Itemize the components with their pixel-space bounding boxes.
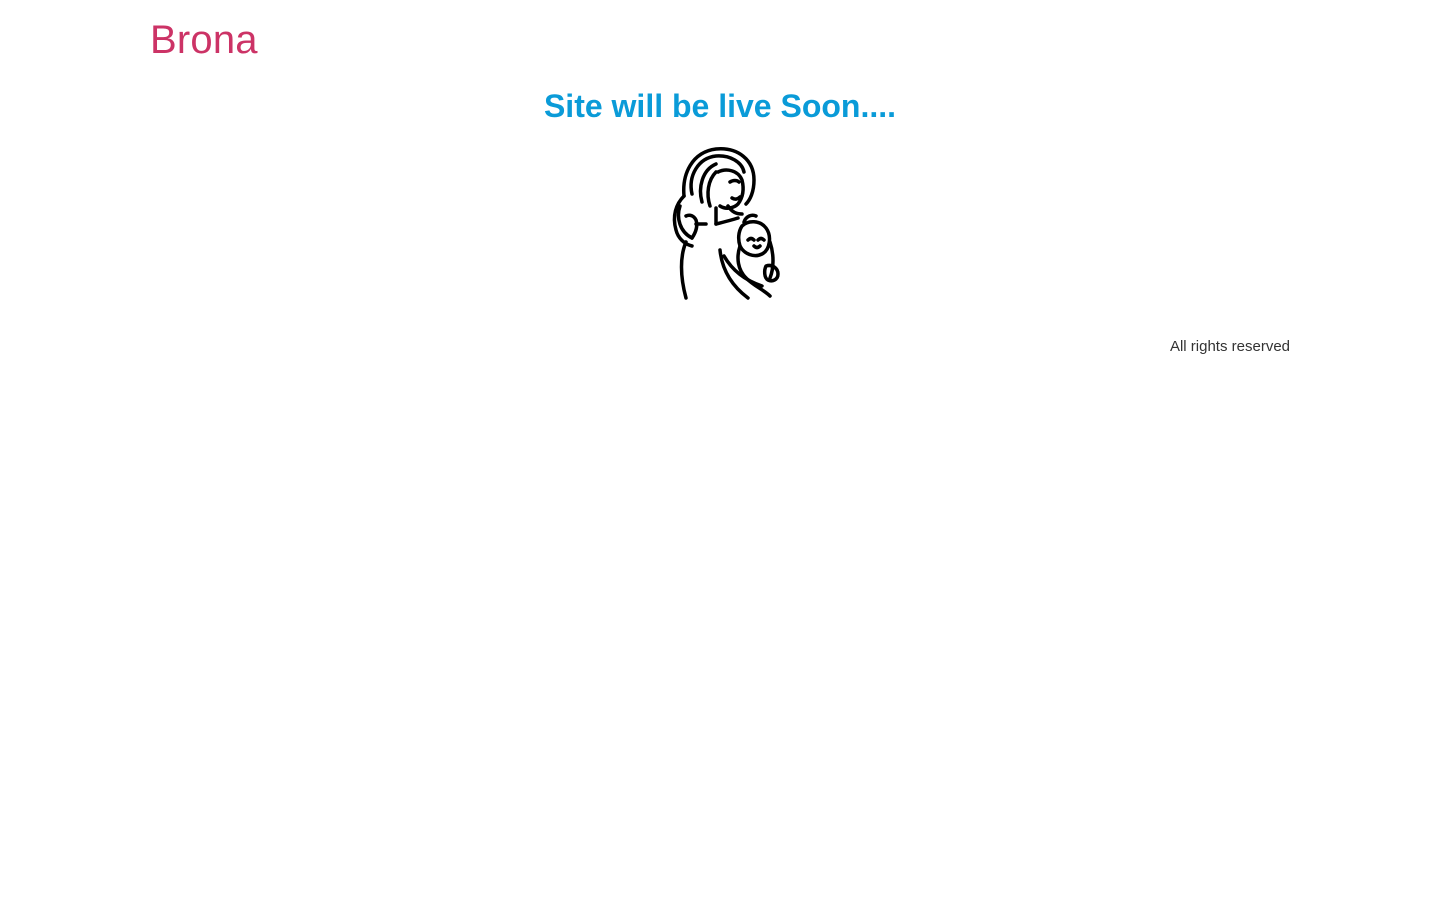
main-content: Site will be live Soon....: [0, 84, 1440, 128]
site-header: Brona: [150, 14, 258, 66]
coming-soon-headline: Site will be live Soon....: [543, 88, 897, 124]
mother-and-child-icon: [672, 147, 780, 300]
logo-link[interactable]: Brona: [150, 14, 258, 66]
page: Brona Site will be live Soon.... All rig…: [0, 0, 1440, 900]
site-footer: All rights reserved: [1170, 337, 1290, 357]
copyright-text: All rights reserved: [1169, 338, 1290, 355]
